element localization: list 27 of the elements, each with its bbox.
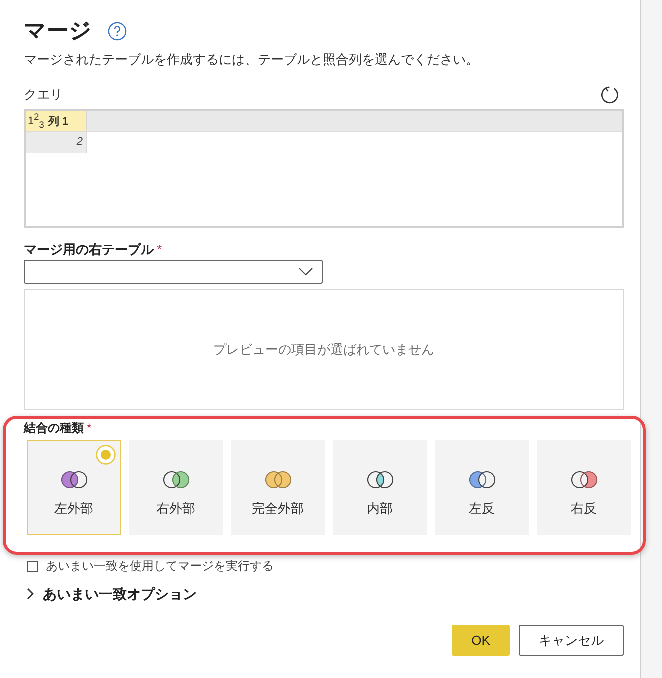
selected-radio-icon bbox=[96, 445, 116, 465]
table-cell: 2 bbox=[26, 132, 87, 153]
dialog-description: マージされたテーブルを作成するには、テーブルと照合列を選んでください。 bbox=[24, 51, 480, 69]
join-kind-option[interactable]: 内部 bbox=[333, 440, 427, 535]
help-icon[interactable] bbox=[108, 22, 127, 40]
join-kind-option[interactable]: 右外部 bbox=[129, 440, 223, 535]
query-label: クエリ bbox=[24, 86, 63, 104]
refresh-icon[interactable] bbox=[600, 85, 620, 105]
checkbox-label[interactable]: あいまい一致を使用してマージを実行する bbox=[46, 558, 274, 574]
dialog-button[interactable]: キャンセル bbox=[519, 625, 624, 656]
column-name: 列 1 bbox=[48, 114, 68, 128]
join-kind-option[interactable]: 右反 bbox=[537, 440, 631, 535]
join-kind-label: 結合の種類 bbox=[24, 420, 84, 437]
dialog-title: マージ bbox=[24, 17, 92, 45]
required-mark: * bbox=[157, 241, 162, 259]
fuzzy-options-toggle[interactable]: あいまい一致オプション bbox=[27, 584, 197, 604]
empty-preview-message: プレビューの項目が選ばれていません bbox=[214, 340, 434, 358]
join-kind-option[interactable]: 左反 bbox=[435, 440, 529, 535]
join-kind-option[interactable]: 左外部 bbox=[27, 440, 121, 535]
join-kind-option[interactable]: 完全外部 bbox=[231, 440, 325, 535]
dialog-button[interactable]: OK bbox=[452, 625, 510, 656]
required-mark: * bbox=[87, 420, 92, 437]
right-table-label: マージ用の右テーブル bbox=[24, 241, 154, 259]
chevron-down-icon bbox=[299, 268, 313, 276]
column-header[interactable]: 1$^{2}$$_{3}$ 列 1 bbox=[26, 111, 87, 131]
table-dropdown[interactable] bbox=[24, 260, 323, 284]
checkbox[interactable] bbox=[27, 560, 38, 572]
